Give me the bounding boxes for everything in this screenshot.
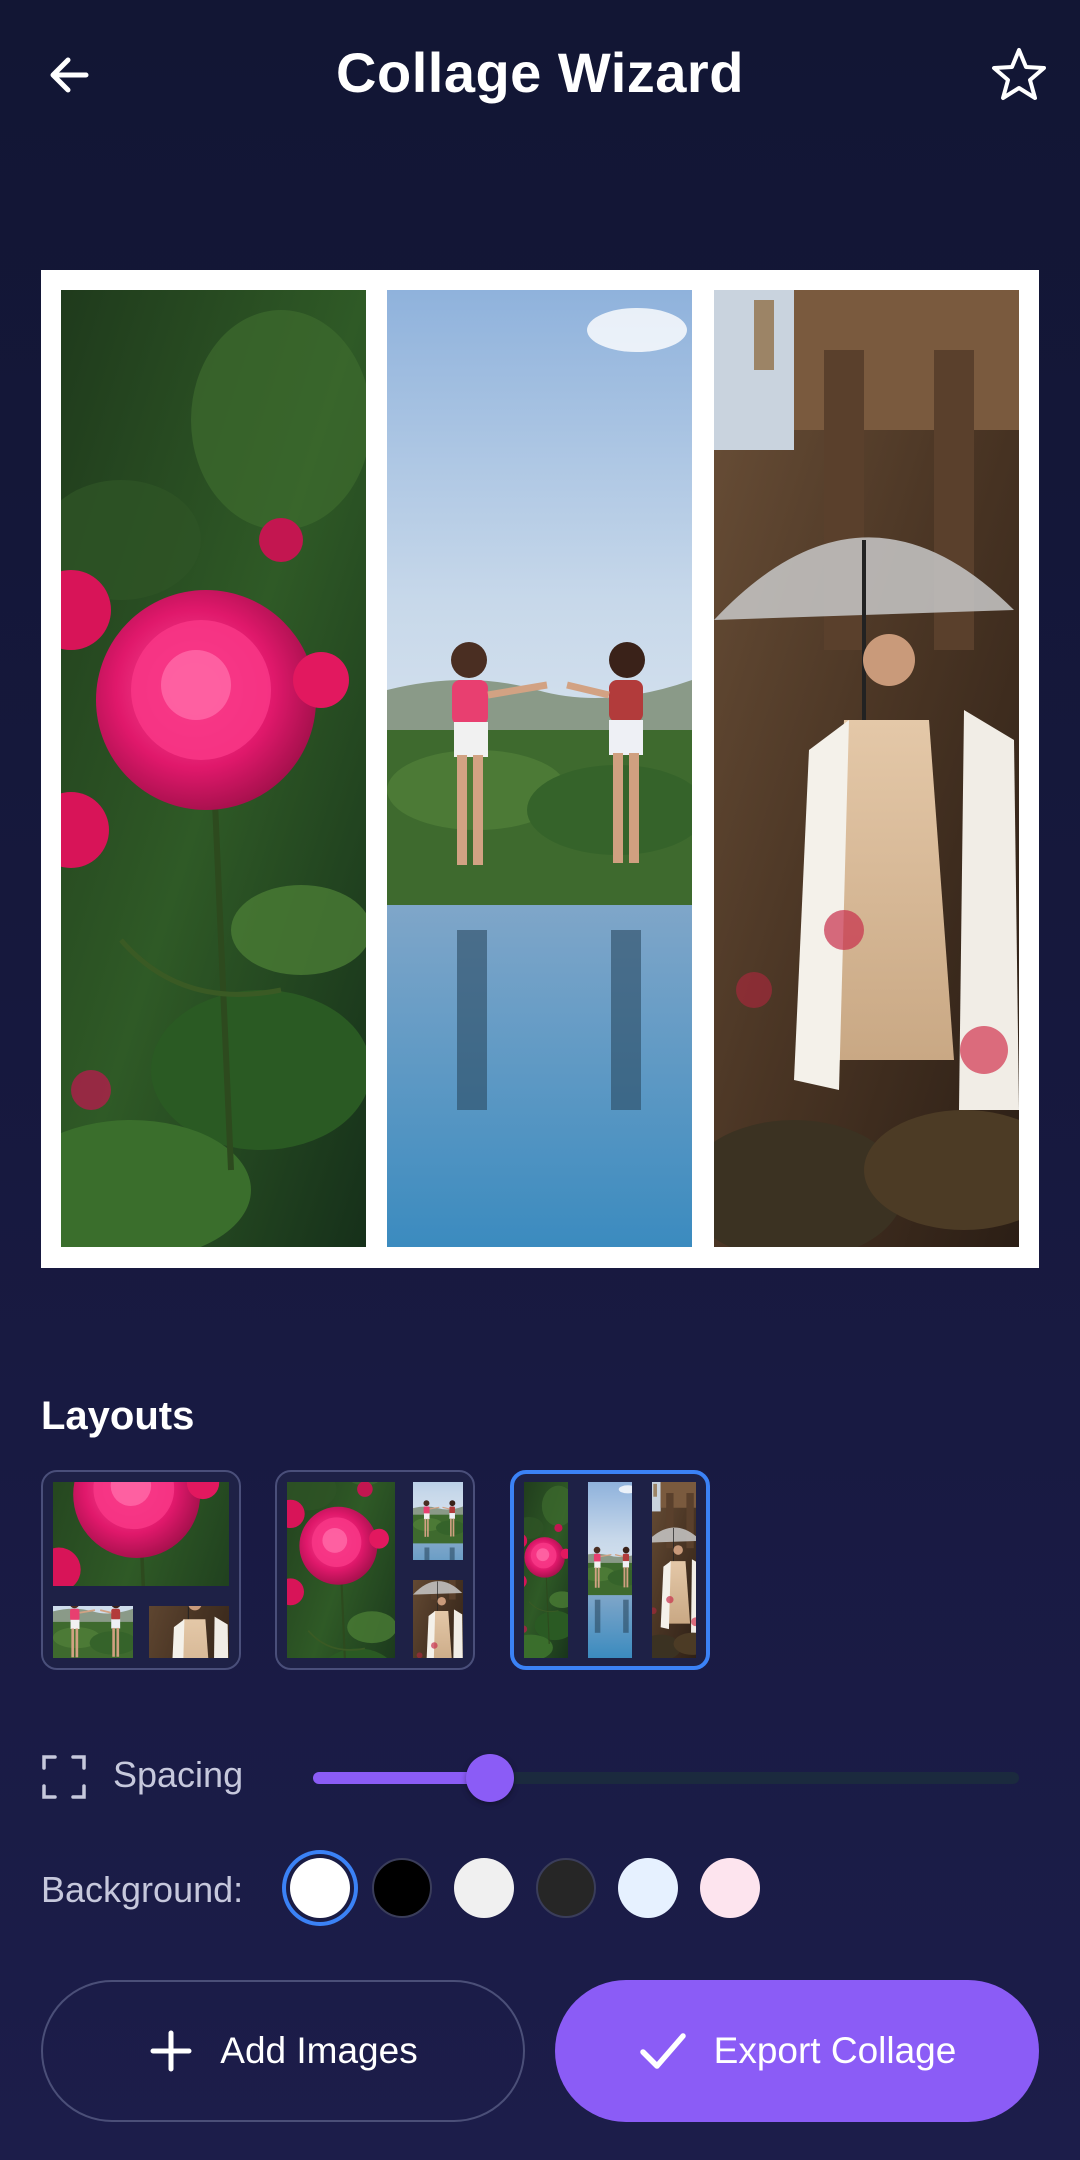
spacing-slider[interactable]	[313, 1754, 1019, 1802]
collage-panel-umbrella[interactable]	[714, 290, 1019, 1247]
spacing-slider-thumb[interactable]	[466, 1754, 514, 1802]
background-swatch[interactable]	[454, 1858, 514, 1918]
background-picker: Background:	[41, 1855, 1041, 1925]
background-swatch[interactable]	[372, 1858, 432, 1918]
star-outline-icon	[992, 48, 1046, 100]
collage-panel-rose[interactable]	[61, 290, 366, 1247]
add-images-button[interactable]: Add Images	[41, 1980, 525, 2122]
top-bar: Collage Wizard	[0, 0, 1080, 150]
collage-panel-pool[interactable]	[387, 290, 692, 1247]
check-icon	[639, 2033, 686, 2069]
frame-corners-icon	[42, 1755, 86, 1799]
export-collage-label: Export Collage	[713, 2030, 957, 2071]
spacing-control: Spacing	[41, 1740, 1041, 1820]
page-title: Collage Wizard	[336, 41, 744, 104]
export-collage-button[interactable]: Export Collage	[555, 1980, 1039, 2122]
layout-option-three-columns[interactable]	[510, 1470, 710, 1670]
background-swatch[interactable]	[618, 1858, 678, 1918]
layout-option-one-left-two-right[interactable]	[275, 1470, 475, 1670]
add-images-label: Add Images	[220, 2030, 418, 2071]
plus-icon	[150, 2030, 192, 2072]
background-swatch[interactable]	[290, 1858, 350, 1918]
background-label: Background:	[41, 1869, 244, 1910]
spacing-slider-fill	[313, 1772, 490, 1784]
layout-option-one-top-two-bottom[interactable]	[41, 1470, 241, 1670]
background-swatch[interactable]	[700, 1858, 760, 1918]
layouts-heading: Layouts	[41, 1394, 195, 1438]
spacing-label: Spacing	[113, 1754, 244, 1795]
background-swatch[interactable]	[536, 1858, 596, 1918]
favorite-button[interactable]	[984, 40, 1054, 110]
collage-preview[interactable]	[41, 270, 1039, 1268]
